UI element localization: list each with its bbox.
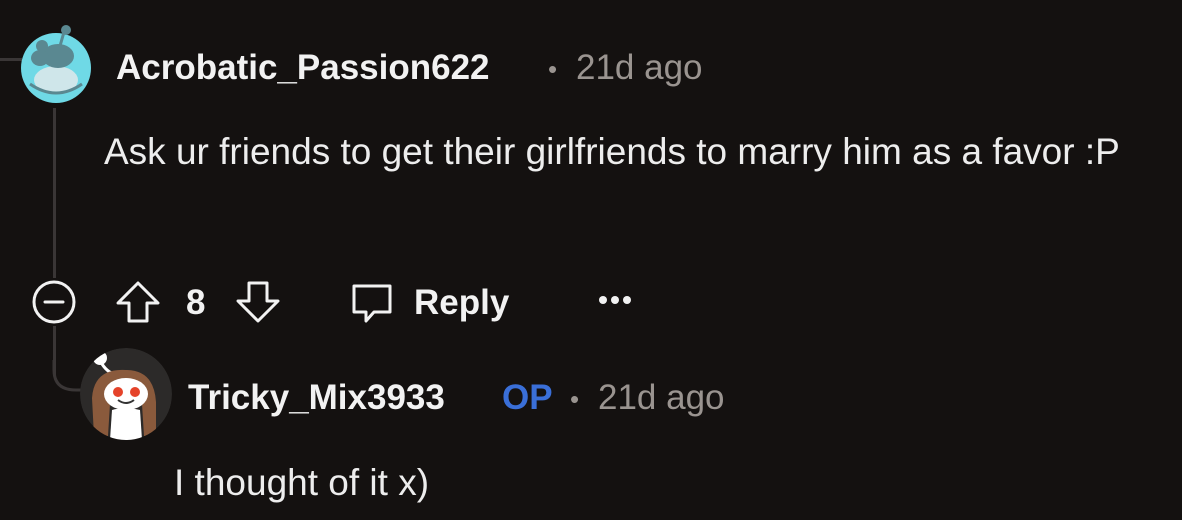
downvote-button[interactable] <box>232 276 284 328</box>
comment-thread: Acrobatic_Passion622 • 21d ago Ask ur fr… <box>0 0 1182 520</box>
thread-line-vertical[interactable] <box>53 108 56 278</box>
reply-age: 21d ago <box>598 378 725 417</box>
speech-bubble-icon <box>352 284 392 323</box>
collapse-button[interactable] <box>28 278 80 326</box>
reply-text: I thought of it x) <box>174 462 430 503</box>
reply-button[interactable] <box>346 276 398 328</box>
op-badge: OP <box>502 378 553 417</box>
reply-meta-separator: • <box>570 384 580 414</box>
comment-age: 21d ago <box>576 48 703 87</box>
vote-count: 8 <box>186 283 206 322</box>
ellipsis-icon <box>599 296 631 304</box>
reply-author[interactable]: Tricky_Mix3933 <box>188 378 445 418</box>
comment-text: Ask ur friends to get their girlfriends … <box>104 131 1120 172</box>
more-options-button[interactable] <box>590 280 640 320</box>
reply-avatar[interactable] <box>80 348 172 440</box>
upvote-button[interactable] <box>112 276 164 328</box>
minus-circle-icon <box>32 280 76 324</box>
comment-author[interactable]: Acrobatic_Passion622 <box>116 48 490 88</box>
arrow-down-icon <box>236 281 280 323</box>
reply-label[interactable]: Reply <box>414 283 509 323</box>
thread-line-top <box>0 58 22 61</box>
meta-separator: • <box>548 54 558 84</box>
arrow-up-icon <box>116 281 160 323</box>
avatar[interactable] <box>20 18 92 114</box>
